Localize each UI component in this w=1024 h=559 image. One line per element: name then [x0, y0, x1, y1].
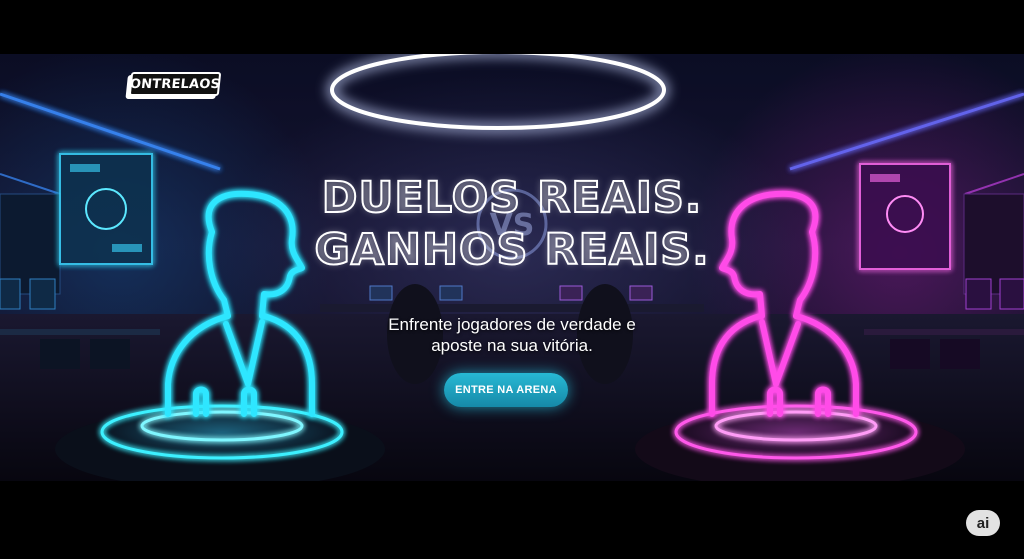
left-hologram-screen: [59, 153, 153, 265]
letterbox-top: [0, 0, 1024, 54]
ai-badge[interactable]: ai: [966, 510, 1000, 536]
ceiling-ring-light-icon: [327, 54, 669, 133]
subtitle-line-1: Enfrente jogadores de verdade e: [388, 315, 636, 334]
hero-subtitle: Enfrente jogadores de verdade e aposte n…: [330, 314, 694, 356]
letterbox-bottom: [0, 481, 1024, 559]
headline-line-2: GANHOS REAIS.: [313, 224, 710, 276]
brand-logo-text: ONTRELAOS: [129, 76, 221, 92]
headline-line-1: DUELOS REAIS.: [321, 172, 703, 224]
subtitle-line-2: aposte na sua vitória.: [431, 336, 593, 355]
hero-headline: DUELOS REAIS. GANHOS REAIS.: [290, 172, 734, 276]
brand-logo[interactable]: ONTRELAOS: [128, 72, 222, 96]
enter-arena-button[interactable]: ENTRE NA ARENA: [444, 373, 568, 407]
right-hologram-screen: [859, 163, 951, 270]
